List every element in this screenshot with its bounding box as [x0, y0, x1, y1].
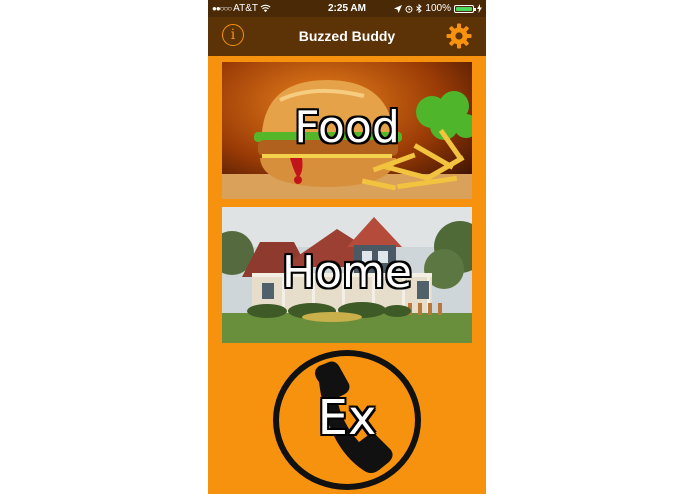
status-bar: ●●○○○ AT&T 2:25 AM 100% — [208, 0, 486, 17]
battery-icon — [454, 4, 476, 13]
bluetooth-icon — [416, 4, 423, 13]
navigation-bar: i Buzzed Buddy — [208, 17, 486, 56]
alarm-clock-icon — [405, 5, 413, 13]
ex-label: Ex — [317, 390, 377, 446]
battery-percent: 100% — [425, 3, 451, 14]
battery-level — [456, 6, 472, 11]
app-title: Buzzed Buddy — [298, 28, 396, 44]
app-screen: ●●○○○ AT&T 2:25 AM 100% i Buzzed Buddy F… — [208, 0, 486, 494]
home-tile[interactable]: Home — [222, 207, 472, 343]
call-ex-button[interactable]: Ex — [273, 350, 421, 490]
location-arrow-icon — [394, 4, 403, 13]
status-right: 100% — [394, 3, 482, 14]
home-label: Home — [282, 247, 412, 298]
gear-icon[interactable] — [446, 23, 472, 49]
food-label: Food — [294, 102, 400, 153]
food-tile[interactable]: Food — [222, 62, 472, 199]
charging-bolt-icon — [477, 4, 482, 13]
